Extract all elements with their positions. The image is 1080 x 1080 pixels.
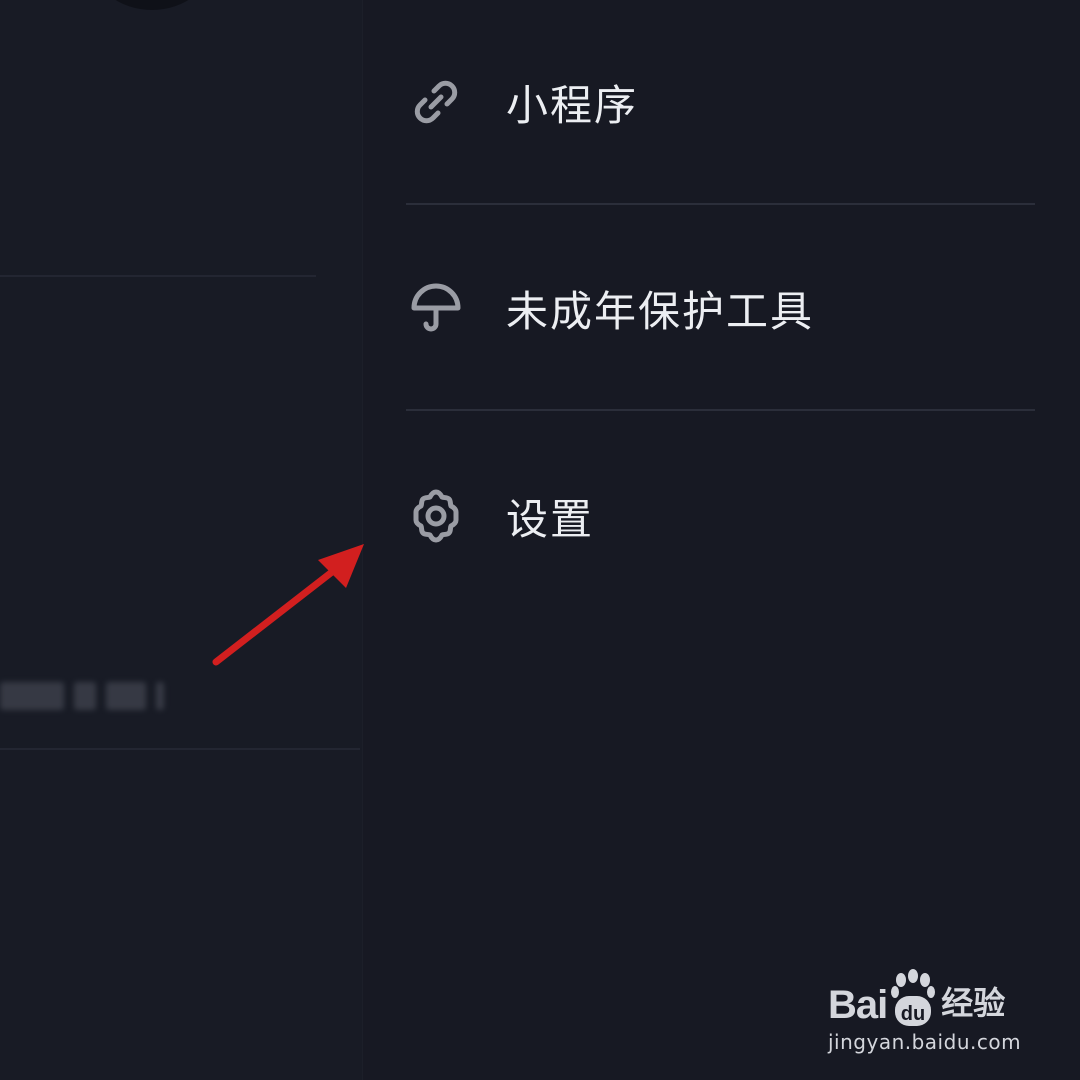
divider [0,748,360,750]
blurred-text [0,680,164,712]
screen: 小程序 未成年保护工具 设置 Bai du 经验 jingyan.baidu.c… [0,0,1080,1080]
menu-item-minor-protection[interactable]: 未成年保护工具 [406,258,1036,358]
menu-item-label: 未成年保护工具 [506,286,815,336]
umbrella-icon [406,278,466,338]
link-icon [406,72,466,132]
baidu-jingyan-watermark: Bai du 经验 jingyan.baidu.com [828,962,1028,1062]
menu-divider [406,409,1035,411]
paw-icon: du [891,969,936,1026]
watermark-brand-text: Bai [828,983,888,1027]
menu-item-label: 设置 [506,494,595,544]
watermark-cn-text: 经验 [941,984,1006,1022]
menu-divider [406,203,1035,205]
paw-text: du [901,1003,925,1025]
gear-icon [406,486,466,546]
menu-item-label: 小程序 [506,80,639,130]
avatar[interactable] [92,0,212,10]
menu-item-mini-programs[interactable]: 小程序 [406,52,1036,152]
menu-item-settings[interactable]: 设置 [406,466,1036,566]
side-menu: 小程序 未成年保护工具 设置 [362,0,1080,1080]
divider [0,275,316,277]
annotation-arrow [212,544,364,666]
watermark-url: jingyan.baidu.com [828,1030,1022,1054]
